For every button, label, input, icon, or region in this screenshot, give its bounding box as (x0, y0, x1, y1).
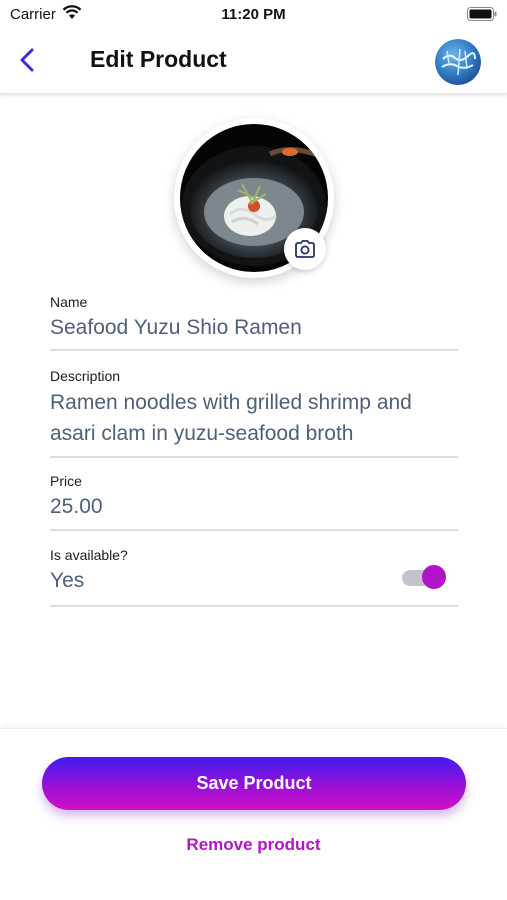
page-title: Edit Product (90, 46, 227, 72)
availability-toggle[interactable] (402, 564, 446, 590)
battery-icon (467, 7, 497, 21)
name-input[interactable]: Seafood Yuzu Shio Ramen (50, 313, 458, 343)
toggle-knob (422, 565, 446, 589)
chevron-left-icon (20, 48, 34, 72)
description-input[interactable]: Ramen noodles with grilled shrimp and as… (50, 387, 450, 449)
back-button[interactable] (14, 44, 42, 76)
status-bar: Carrier 11:20 PM (0, 0, 507, 28)
store-logo-icon (435, 39, 481, 85)
availability-label: Is available? (50, 547, 128, 563)
price-label: Price (50, 473, 82, 489)
product-image-container (174, 118, 334, 278)
price-input[interactable]: 25.00 (50, 492, 458, 522)
price-field[interactable]: Price 25.00 (50, 473, 458, 531)
store-avatar[interactable] (435, 39, 481, 85)
clock: 11:20 PM (221, 6, 286, 23)
bottom-action-panel (0, 728, 507, 900)
name-label: Name (50, 294, 88, 310)
nav-bar: Edit Product (0, 28, 507, 94)
description-field[interactable]: Description Ramen noodles with grilled s… (50, 368, 458, 458)
save-product-button[interactable]: Save Product (42, 757, 466, 810)
description-label: Description (50, 368, 121, 384)
camera-icon (295, 240, 315, 258)
name-field[interactable]: Name Seafood Yuzu Shio Ramen (50, 293, 458, 351)
availability-field: Is available? Yes (50, 547, 458, 607)
change-photo-button[interactable] (284, 228, 326, 270)
availability-value: Yes (50, 569, 85, 592)
remove-product-link[interactable]: Remove product (0, 835, 507, 855)
